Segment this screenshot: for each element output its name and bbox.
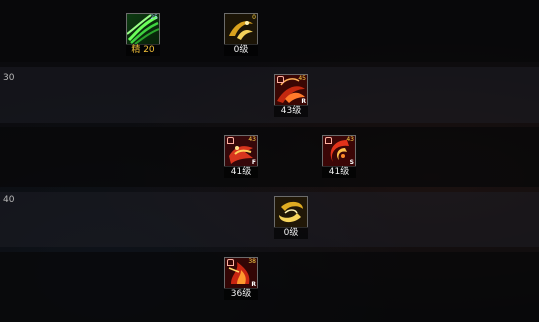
skill-level-text: 36级 <box>224 288 258 300</box>
skill-level-text: 精 20 <box>126 44 160 56</box>
row-level-label-30: 30 <box>3 73 15 83</box>
lock-icon <box>325 137 332 144</box>
lock-icon <box>227 259 234 266</box>
skill-corner-letter: R <box>301 98 306 105</box>
red-flame-skill-icon[interactable]: 38 R <box>224 257 258 289</box>
skill-level-text: 0级 <box>224 44 258 56</box>
golden-spin-skill-icon[interactable]: 0 <box>224 13 258 45</box>
skill-slot-red-crescent[interactable]: 43 S 41级 <box>322 135 356 178</box>
skill-corner-letter: F <box>251 159 256 166</box>
skill-badge-number: 45 <box>298 75 306 82</box>
skill-badge-number: 0 <box>252 14 256 21</box>
lock-icon <box>227 137 234 144</box>
tree-row-1 <box>0 0 539 62</box>
tree-row-5 <box>0 252 539 322</box>
skill-slot-gold-swirl-top[interactable]: 0 0级 <box>224 13 258 56</box>
skill-slot-red-flame[interactable]: 38 R 36级 <box>224 257 258 300</box>
skill-level-text: 43级 <box>274 105 308 117</box>
skill-badge-number: 43 <box>248 136 256 143</box>
skill-level-text: 41级 <box>224 166 258 178</box>
red-wave-skill-icon[interactable]: 45 R <box>274 74 308 106</box>
red-crescent-skill-icon[interactable]: 43 S <box>322 135 356 167</box>
skill-slot-gold-swirl-bottom[interactable]: 0级 <box>274 196 308 239</box>
skill-badge-number: 38 <box>248 258 256 265</box>
golden-whirl-skill-icon[interactable] <box>274 196 308 228</box>
tree-row-2 <box>0 67 539 123</box>
wind-slash-skill-icon[interactable]: 25 <box>126 13 160 45</box>
row-level-label-40: 40 <box>3 195 15 205</box>
skill-slot-red-claw[interactable]: 43 F 41级 <box>224 135 258 178</box>
skill-corner-letter: R <box>251 281 256 288</box>
skill-level-text: 0级 <box>274 227 308 239</box>
skill-tree-panel: 30 40 25 精 20 0 0级 45 R 43级 43 F 41级 43 … <box>0 0 539 322</box>
skill-badge-number: 25 <box>150 14 158 21</box>
skill-level-text: 41级 <box>322 166 356 178</box>
skill-corner-letter: S <box>349 159 354 166</box>
tree-row-3 <box>0 127 539 187</box>
lock-icon <box>277 76 284 83</box>
tree-row-4 <box>0 192 539 247</box>
red-claw-skill-icon[interactable]: 43 F <box>224 135 258 167</box>
skill-slot-red-wave[interactable]: 45 R 43级 <box>274 74 308 117</box>
skill-badge-number: 43 <box>346 136 354 143</box>
skill-slot-wind[interactable]: 25 精 20 <box>126 13 160 56</box>
